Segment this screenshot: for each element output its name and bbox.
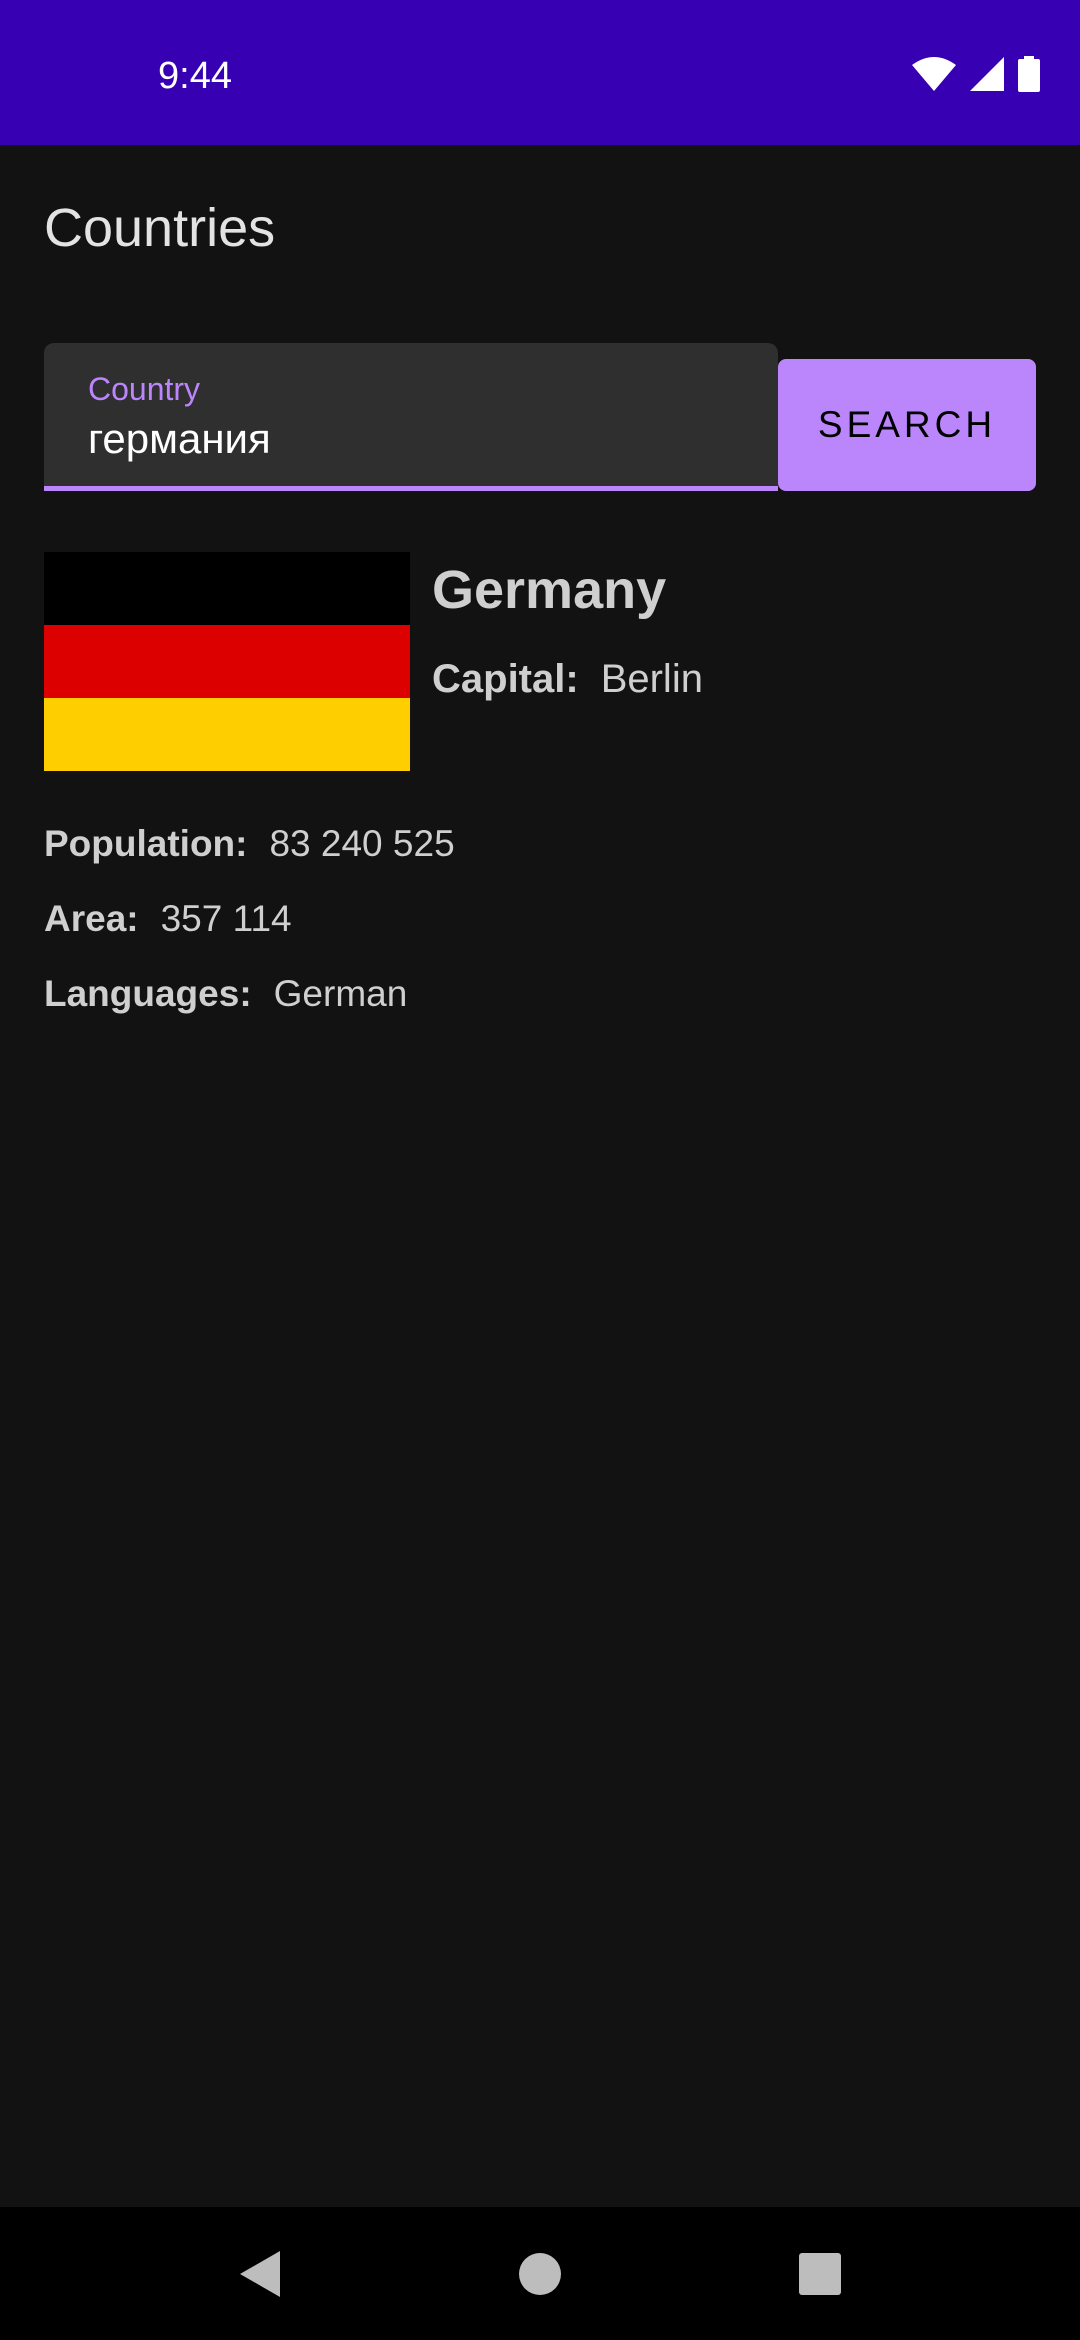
- recents-icon: [799, 2252, 841, 2295]
- area-value: 357 114: [160, 898, 292, 939]
- flag-stripe-gold: [44, 698, 410, 771]
- back-icon: [240, 2250, 280, 2297]
- recents-button[interactable]: [780, 2207, 860, 2340]
- home-button[interactable]: [500, 2207, 580, 2340]
- flag-stripe-red: [44, 625, 410, 698]
- country-name: Germany: [432, 560, 667, 620]
- home-icon: [519, 2252, 561, 2295]
- wifi-icon: [912, 57, 956, 91]
- search-button[interactable]: SEARCH: [778, 359, 1036, 491]
- population-row: Population: 83 240 525: [44, 818, 455, 870]
- area-row: Area: 357 114: [44, 893, 292, 945]
- languages-label: Languages:: [44, 973, 252, 1014]
- battery-icon: [1018, 56, 1040, 92]
- germany-flag-icon: [44, 552, 410, 771]
- status-time: 9:44: [158, 55, 232, 97]
- languages-value: German: [273, 973, 408, 1014]
- navigation-bar: [0, 2207, 1080, 2340]
- status-bar: 9:44: [0, 0, 1080, 145]
- back-button[interactable]: [220, 2207, 300, 2340]
- country-search-field[interactable]: Country германия: [44, 343, 778, 491]
- languages-row: Languages: German: [44, 968, 407, 1020]
- country-field-label: Country: [88, 371, 201, 407]
- signal-icon: [970, 57, 1004, 91]
- flag-stripe-black: [44, 552, 410, 625]
- area-label: Area:: [44, 898, 139, 939]
- main-screen: Countries Country германия SEARCH German…: [0, 145, 1080, 2207]
- capital-label: Capital:: [432, 657, 579, 701]
- population-value: 83 240 525: [269, 823, 455, 864]
- population-label: Population:: [44, 823, 248, 864]
- page-title: Countries: [44, 198, 276, 258]
- country-input[interactable]: германия: [88, 413, 271, 465]
- capital-row: Capital: Berlin: [432, 653, 703, 705]
- status-icons: [912, 56, 1040, 92]
- capital-value: Berlin: [600, 657, 703, 701]
